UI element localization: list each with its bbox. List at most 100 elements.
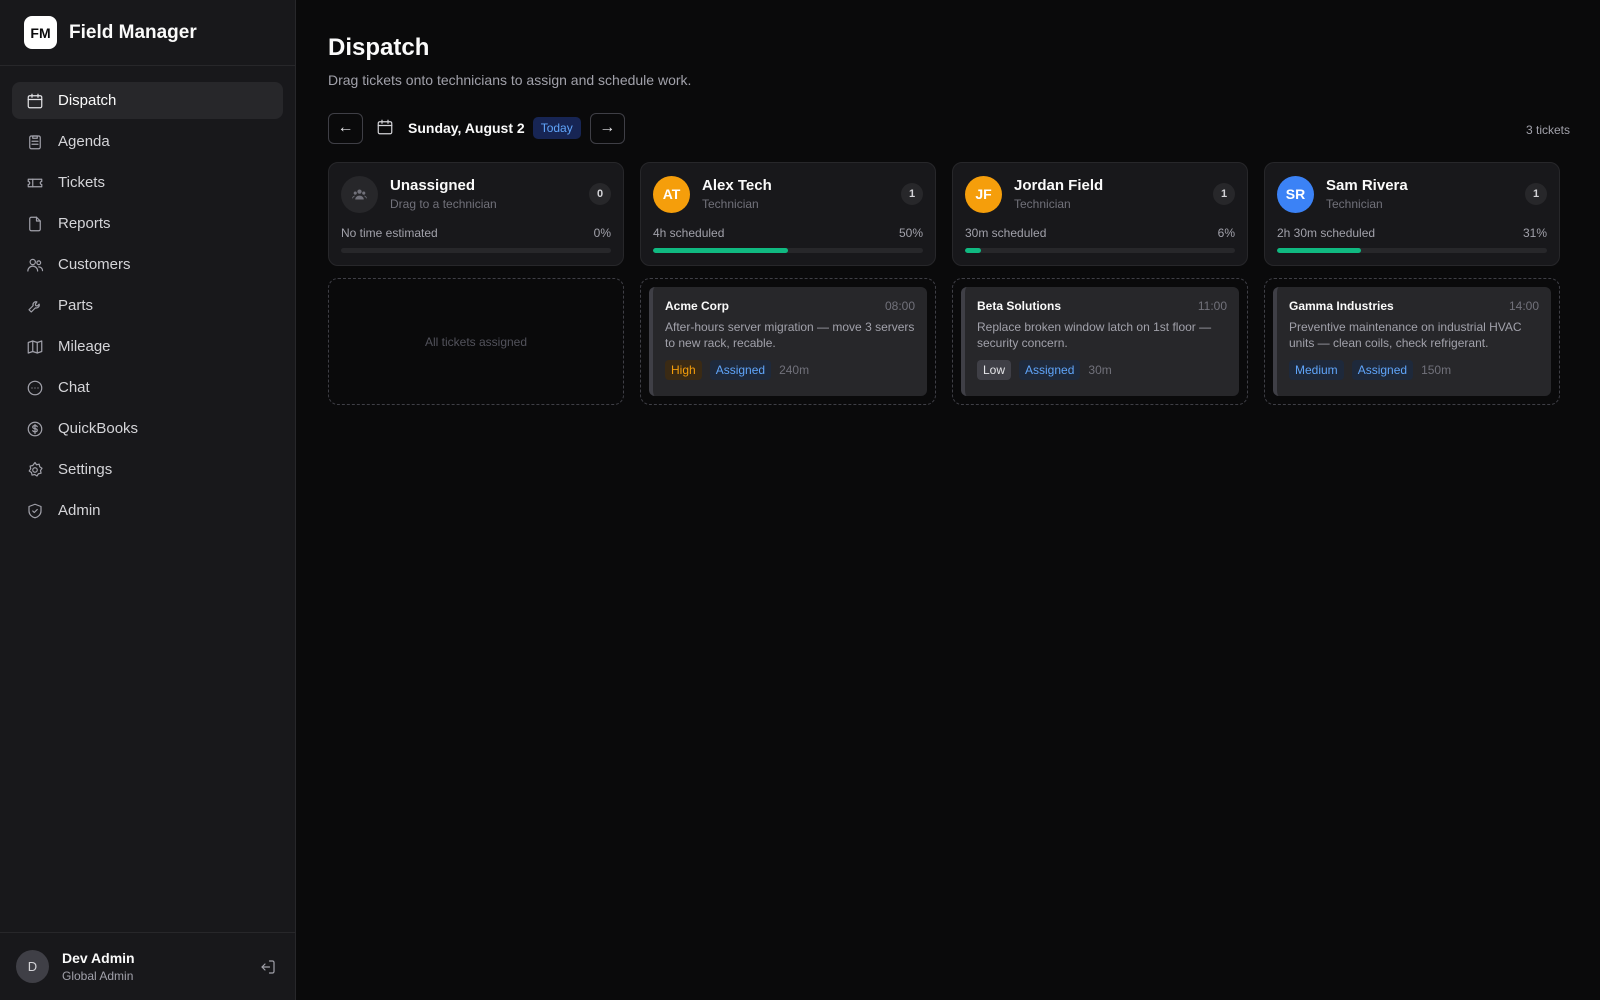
sidebar-item-tickets[interactable]: Tickets <box>12 164 283 201</box>
dispatch-column: SR Sam Rivera Technician 1 2h 30m scheduled 3… <box>1264 162 1560 405</box>
column-name: Jordan Field <box>1014 177 1104 194</box>
sidebar-item-parts[interactable]: Parts <box>12 287 283 324</box>
dispatch-board: Unassigned Drag to a technician 0 No time e… <box>328 162 1570 405</box>
dispatch-column: AT Alex Tech Technician 1 4h scheduled 50% Acm… <box>640 162 936 405</box>
shield-icon <box>26 502 44 520</box>
priority-badge: Medium <box>1289 360 1344 380</box>
ticket-customer: Beta Solutions <box>977 299 1062 313</box>
sidebar-item-reports[interactable]: Reports <box>12 205 283 242</box>
column-role: Technician <box>1014 197 1071 211</box>
sidebar-item-settings[interactable]: Settings <box>12 451 283 488</box>
scheduled-time: No time estimated <box>341 226 438 240</box>
sidebar-item-agenda[interactable]: Agenda <box>12 123 283 160</box>
utilization-bar-fill <box>1277 248 1361 253</box>
logout-button[interactable] <box>257 956 279 978</box>
gear-icon <box>26 461 44 479</box>
ticket-card[interactable]: Acme Corp 08:00 After-hours server migrati… <box>649 287 927 396</box>
priority-badge: High <box>665 360 702 380</box>
ticket-description: Preventive maintenance on industrial HVA… <box>1289 320 1522 350</box>
utilization-percent: 50% <box>898 226 923 240</box>
technician-avatar: JF <box>965 175 1002 213</box>
sidebar-item-chat[interactable]: Chat <box>12 369 283 406</box>
ticket-duration: 240m <box>779 363 810 377</box>
clipboard-icon <box>26 133 44 151</box>
drop-zone[interactable]: Beta Solutions 11:00 Replace broken window… <box>952 278 1248 405</box>
previous-day-button[interactable]: ← <box>328 112 363 144</box>
technician-avatar: AT <box>653 175 690 213</box>
map-icon <box>26 338 44 356</box>
sidebar-item-label: Mileage <box>58 338 111 355</box>
ticket-icon <box>26 174 44 192</box>
sidebar-item-dispatch[interactable]: Dispatch <box>12 82 283 119</box>
sidebar-item-label: Reports <box>58 215 111 232</box>
scheduled-time: 4h scheduled <box>653 226 725 240</box>
technician-avatar: SR <box>1277 175 1314 213</box>
column-role: Technician <box>702 197 759 211</box>
brand: FM Field Manager <box>0 0 295 66</box>
column-role: Technician <box>1326 197 1383 211</box>
today-button[interactable]: Today <box>532 117 581 139</box>
status-badge: Assigned <box>1351 360 1414 380</box>
column-header: AT Alex Tech Technician 1 4h scheduled 50% <box>640 162 936 266</box>
ticket-duration: 150m <box>1421 363 1452 377</box>
column-header: JF Jordan Field Technician 1 30m scheduled 6% <box>952 162 1248 266</box>
empty-message: All tickets assigned <box>424 334 528 349</box>
sidebar-item-mileage[interactable]: Mileage <box>12 328 283 365</box>
ticket-description: Replace broken window latch on 1st floor… <box>977 320 1212 350</box>
column-name: Unassigned <box>390 177 476 194</box>
column-header: Unassigned Drag to a technician 0 No time e… <box>328 162 624 266</box>
status-badge: Assigned <box>1019 360 1081 380</box>
utilization-bar <box>1277 248 1547 253</box>
ticket-customer: Acme Corp <box>665 299 730 313</box>
sidebar-item-label: Tickets <box>58 174 105 191</box>
user-name: Dev Admin <box>62 950 135 966</box>
main-content: Dispatch Drag tickets onto technicians t… <box>296 0 1600 1000</box>
ticket-card[interactable]: Gamma Industries 14:00 Preventive maintena… <box>1273 287 1551 396</box>
sidebar-item-label: Settings <box>58 461 113 478</box>
dollar-icon <box>26 420 44 438</box>
dispatch-column: Unassigned Drag to a technician 0 No time e… <box>328 162 624 405</box>
utilization-bar-fill <box>965 248 982 253</box>
sidebar-item-admin[interactable]: Admin <box>12 492 283 529</box>
file-icon <box>26 215 44 233</box>
column-name: Sam Rivera <box>1326 177 1408 194</box>
calendar-icon <box>26 92 44 110</box>
scheduled-time: 30m scheduled <box>965 226 1047 240</box>
ticket-count-badge: 0 <box>589 183 611 205</box>
sidebar-item-label: Admin <box>58 502 101 519</box>
drop-zone[interactable]: All tickets assigned <box>328 278 624 405</box>
sidebar-item-quickbooks[interactable]: QuickBooks <box>12 410 283 447</box>
column-role: Drag to a technician <box>390 197 497 211</box>
ticket-count: 3 tickets <box>1525 123 1570 137</box>
group-icon <box>341 175 378 213</box>
ticket-count-badge: 1 <box>1213 183 1235 205</box>
page-subtitle: Drag tickets onto technicians to assign … <box>328 72 692 88</box>
sidebar-item-label: QuickBooks <box>58 420 139 437</box>
user-panel: D Dev Admin Global Admin <box>0 932 295 1000</box>
user-role: Global Admin <box>62 969 134 983</box>
ticket-time: 08:00 <box>884 299 915 313</box>
sidebar-nav: Dispatch Agenda Tickets Reports Customers Par… <box>0 66 295 545</box>
app-name: Field Manager <box>69 21 197 43</box>
user-info: Dev Admin Global Admin <box>62 950 257 983</box>
page-title: Dispatch <box>328 34 430 61</box>
drop-zone[interactable]: Gamma Industries 14:00 Preventive maintena… <box>1264 278 1560 405</box>
date-toolbar: ← Sunday, August 2 Today → <box>328 112 1570 144</box>
ticket-count-badge: 1 <box>901 183 923 205</box>
sidebar-item-label: Customers <box>58 256 131 273</box>
drop-zone[interactable]: Acme Corp 08:00 After-hours server migrati… <box>640 278 936 405</box>
sidebar: FM Field Manager Dispatch Agenda Tickets Re… <box>0 0 296 1000</box>
avatar[interactable]: D <box>16 950 49 983</box>
sidebar-item-label: Dispatch <box>58 92 117 109</box>
utilization-percent: 6% <box>1217 226 1235 240</box>
scheduled-time: 2h 30m scheduled <box>1277 226 1376 240</box>
chat-icon <box>26 379 44 397</box>
sidebar-item-label: Chat <box>58 379 90 396</box>
ticket-card[interactable]: Beta Solutions 11:00 Replace broken window… <box>961 287 1239 396</box>
sidebar-item-customers[interactable]: Customers <box>12 246 283 283</box>
utilization-percent: 0% <box>593 226 611 240</box>
ticket-description: After-hours server migration — move 3 se… <box>665 320 915 350</box>
logout-icon <box>259 958 277 976</box>
next-day-button[interactable]: → <box>589 112 625 144</box>
utilization-bar <box>653 248 923 253</box>
